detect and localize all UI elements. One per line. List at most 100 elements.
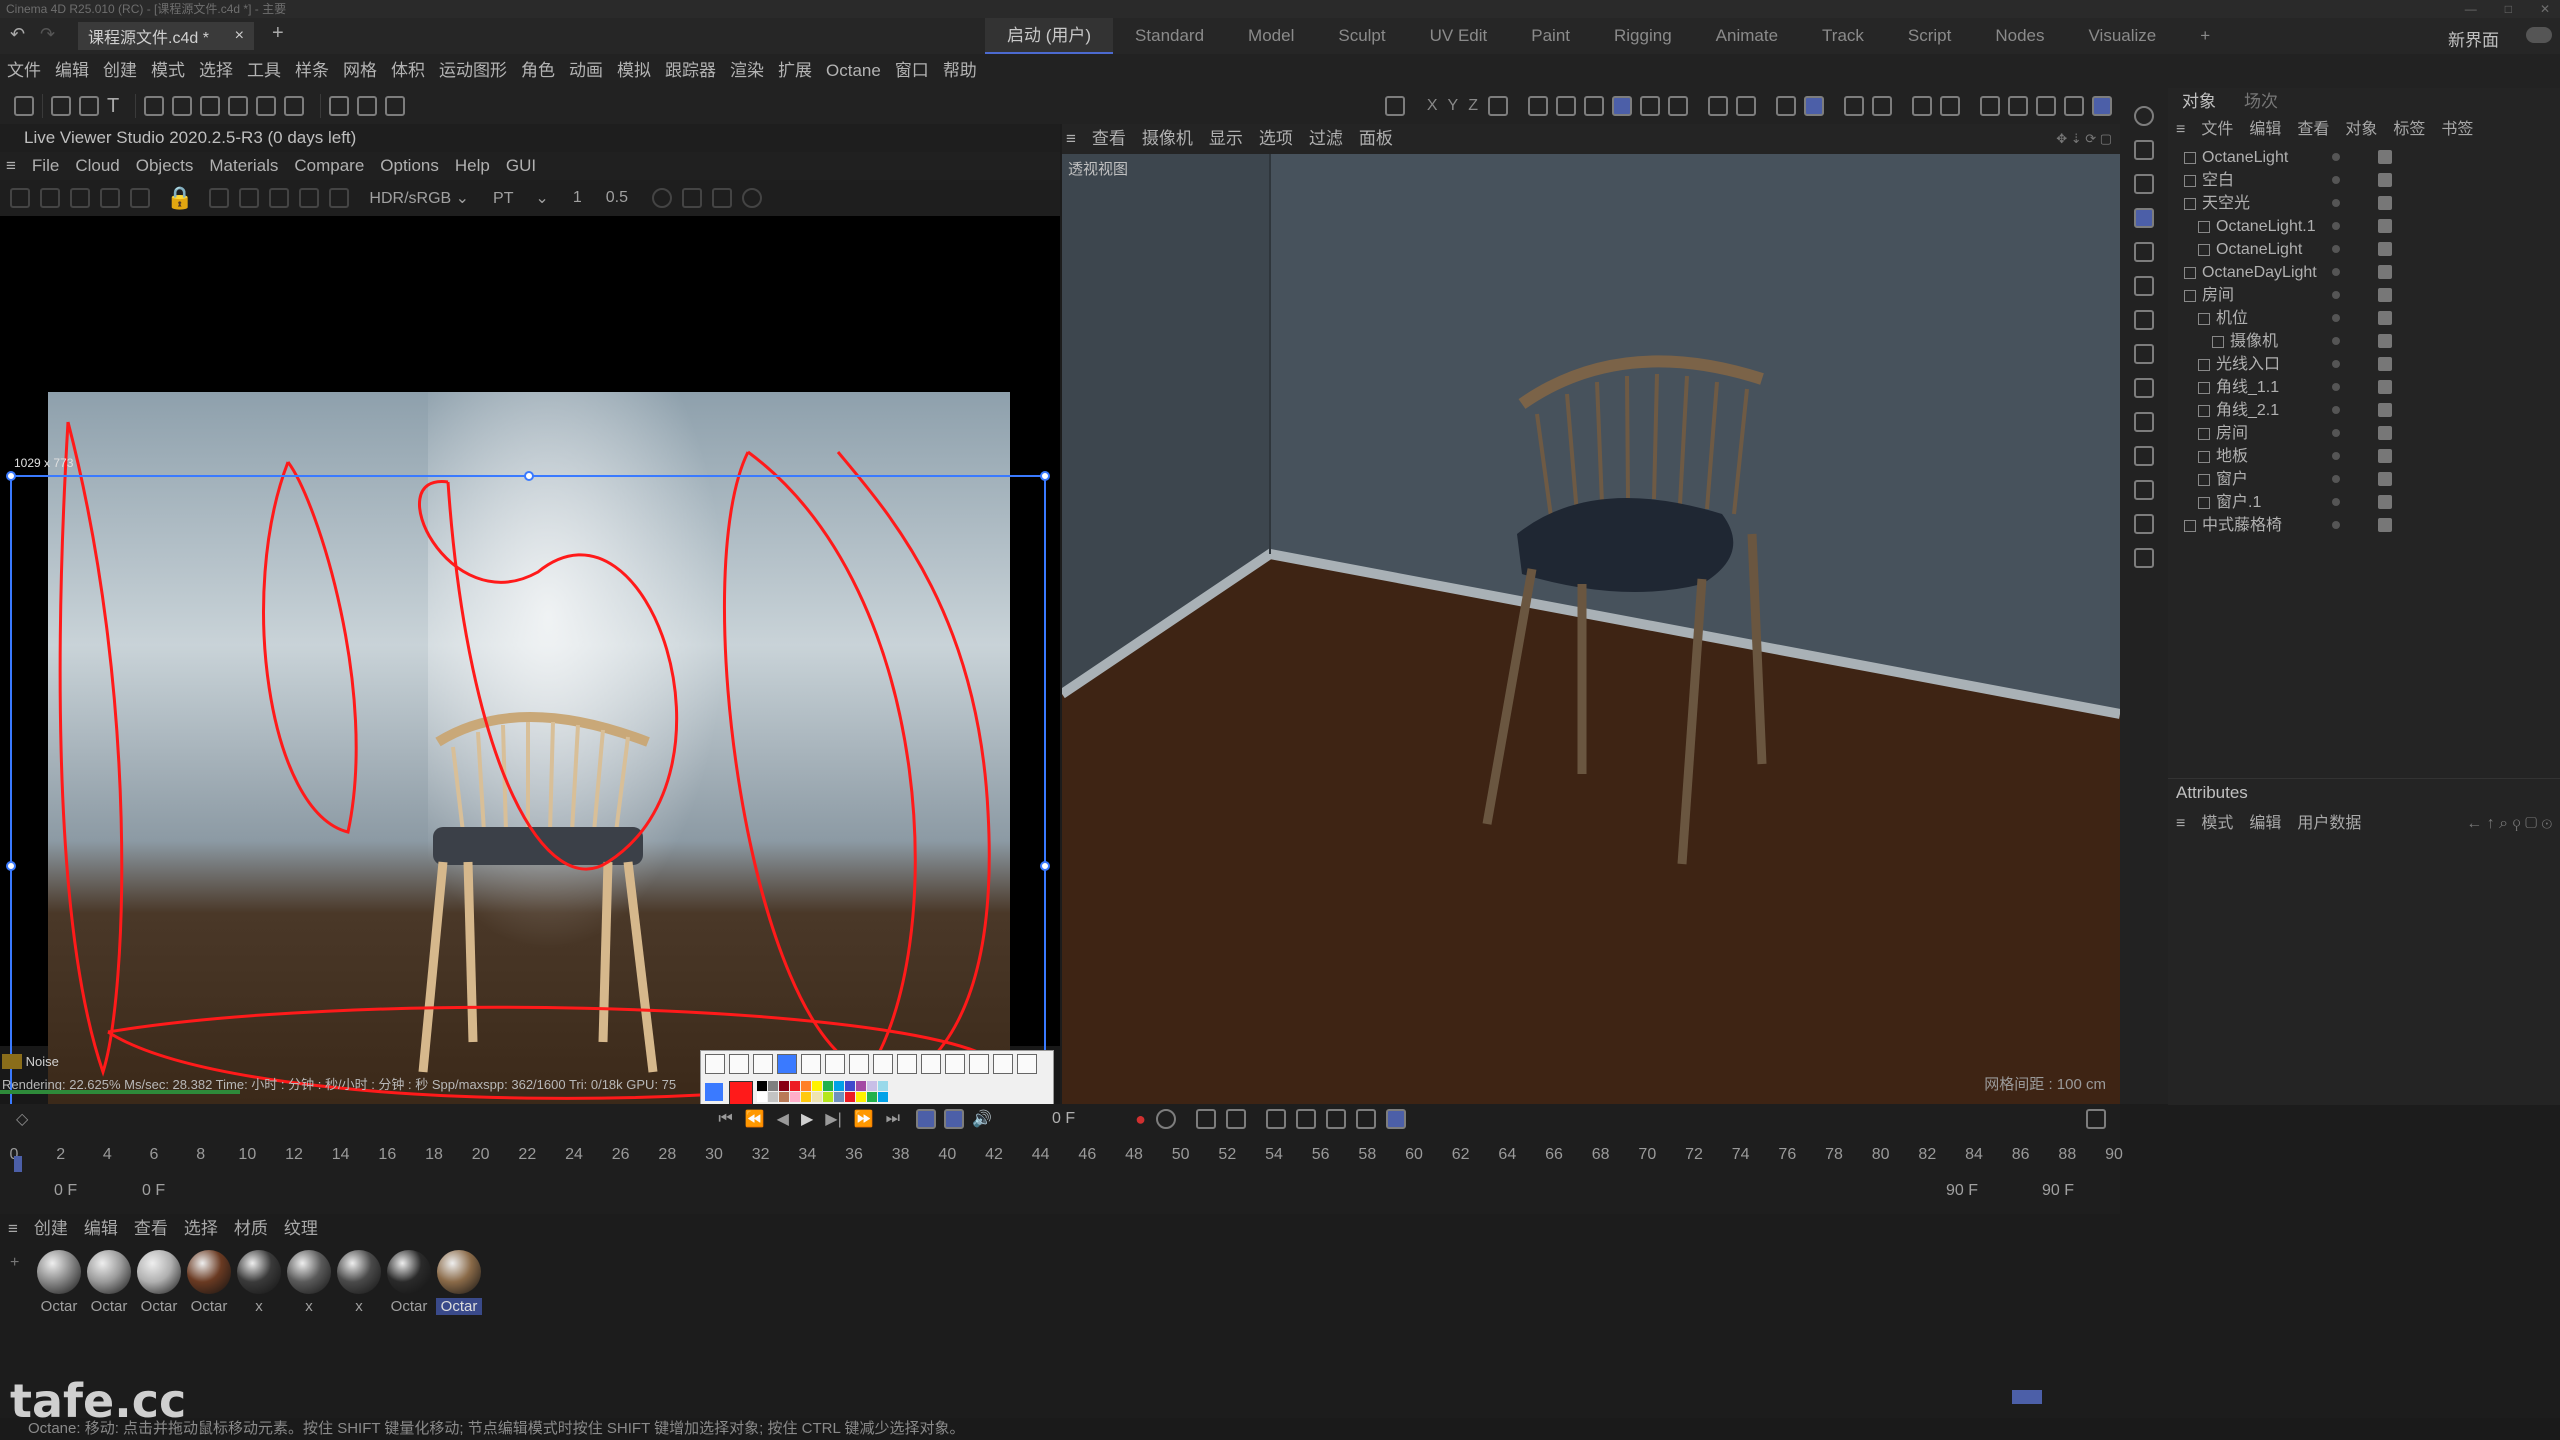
viewport-nav-icons[interactable]: ✥ ⇣ ⟳ ▢ xyxy=(2048,124,2120,154)
viewer-option-2-icon[interactable] xyxy=(682,188,702,208)
undo-icon[interactable]: ↶ xyxy=(10,24,25,45)
save-tool-icon[interactable] xyxy=(993,1054,1013,1074)
octane-icon[interactable] xyxy=(1912,96,1932,116)
color-swatch[interactable] xyxy=(790,1092,800,1102)
color-swatch[interactable] xyxy=(768,1081,778,1091)
mosaic-tool-icon[interactable] xyxy=(825,1054,845,1074)
selection-handle-right[interactable] xyxy=(1040,861,1050,871)
param-key-icon[interactable] xyxy=(1355,1109,1376,1129)
layout-tab-track[interactable]: Track xyxy=(1800,18,1886,54)
maximize-icon[interactable]: □ xyxy=(2505,0,2512,18)
undo-tool-icon[interactable] xyxy=(897,1054,917,1074)
menu-item[interactable]: 文件 xyxy=(0,54,48,88)
object-tree-item[interactable]: 窗户 xyxy=(2168,468,2560,491)
snap-settings-icon[interactable] xyxy=(1804,96,1824,116)
live-viewer-menu-item[interactable]: Compare xyxy=(286,152,372,180)
viewport-menu-item[interactable]: 过滤 xyxy=(1301,124,1351,154)
loop-icon[interactable] xyxy=(916,1109,937,1129)
om-menu-item[interactable]: 查看 xyxy=(2289,116,2337,144)
next-key-icon[interactable]: ⏩ xyxy=(854,1109,874,1129)
send-scene-icon[interactable] xyxy=(10,188,30,208)
prev-frame-icon[interactable]: ◀ xyxy=(777,1109,789,1129)
material-menu-item[interactable]: 查看 xyxy=(126,1214,176,1244)
color-swatch[interactable] xyxy=(779,1092,789,1102)
clay-mode-icon[interactable] xyxy=(329,188,350,208)
magnet-tool-icon[interactable] xyxy=(2134,514,2154,534)
color-space-select[interactable]: HDR/sRGB ⌄ xyxy=(369,188,469,208)
menu-item[interactable]: 角色 xyxy=(514,54,562,88)
value-a-field[interactable]: 1 xyxy=(573,189,582,207)
material-item[interactable]: x xyxy=(336,1250,382,1315)
lasso-tool-icon[interactable] xyxy=(2134,548,2154,568)
film-region-icon[interactable] xyxy=(299,188,320,208)
render-to-picture-icon[interactable] xyxy=(2008,96,2028,116)
menu-item[interactable]: 窗口 xyxy=(888,54,936,88)
position-key-icon[interactable] xyxy=(1225,1109,1246,1129)
attr-nav-icons[interactable]: ← ↑ ⌕ ⚲ ▢ ⊙ xyxy=(2458,811,2560,837)
lock-workplane-icon[interactable] xyxy=(1872,96,1892,116)
coord-system-icon[interactable] xyxy=(1488,96,1508,116)
color-swatch[interactable] xyxy=(801,1092,811,1102)
paint-tool-icon[interactable] xyxy=(2134,446,2154,466)
visibility-dots-icon[interactable] xyxy=(2332,475,2340,483)
tag-icon[interactable] xyxy=(2378,288,2392,302)
color-swatch[interactable] xyxy=(845,1081,855,1091)
material-menu-item[interactable]: 编辑 xyxy=(76,1214,126,1244)
menu-item[interactable]: 样条 xyxy=(288,54,336,88)
material-item[interactable]: x xyxy=(236,1250,282,1315)
color-swatch[interactable] xyxy=(867,1081,877,1091)
tag-icon[interactable] xyxy=(2378,311,2392,325)
interactive-render-icon[interactable] xyxy=(2092,96,2112,116)
layout-tab-startup[interactable]: 启动 (用户) xyxy=(985,18,1114,54)
document-tab[interactable]: 课程源文件.c4d * × xyxy=(78,22,254,50)
object-tree-item[interactable]: 空白 xyxy=(2168,169,2560,192)
highlighter-tool-icon[interactable] xyxy=(801,1054,821,1074)
hamburger-icon[interactable]: ≡ xyxy=(0,152,24,180)
menu-item[interactable]: 渲染 xyxy=(723,54,771,88)
color-swatch[interactable] xyxy=(812,1081,822,1091)
spline-tool-icon[interactable] xyxy=(2134,378,2154,398)
menu-item[interactable]: 编辑 xyxy=(48,54,96,88)
color-swatch[interactable] xyxy=(823,1092,833,1102)
visibility-dots-icon[interactable] xyxy=(2332,222,2340,230)
object-tree-item[interactable]: 窗户.1 xyxy=(2168,491,2560,514)
new-layout-label[interactable]: 新界面 xyxy=(2448,26,2499,51)
model-mode-icon[interactable] xyxy=(14,96,34,116)
layout-tab-nodes[interactable]: Nodes xyxy=(1973,18,2066,54)
eraser-tool-icon[interactable] xyxy=(873,1054,893,1074)
viewport-scene[interactable]: 透视视图 网格间距 : 100 cm xyxy=(1062,154,2120,1104)
color-swatch[interactable] xyxy=(801,1081,811,1091)
menu-item[interactable]: 动画 xyxy=(562,54,610,88)
object-tree-item[interactable]: OctaneLight.1 xyxy=(2168,215,2560,238)
grid-snap-icon[interactable] xyxy=(1776,96,1796,116)
extrude-tool-icon[interactable] xyxy=(2134,310,2154,330)
rotate-key-icon[interactable] xyxy=(1295,1109,1316,1129)
curve-tool-icon[interactable] xyxy=(729,1054,749,1074)
rect-tool-icon[interactable] xyxy=(705,1054,725,1074)
line-tool-icon[interactable] xyxy=(753,1054,773,1074)
scale-tool-icon[interactable] xyxy=(2134,276,2154,296)
color-swatch[interactable] xyxy=(878,1081,888,1091)
viewer-option-3-icon[interactable] xyxy=(742,188,762,208)
menu-item[interactable]: 网格 xyxy=(336,54,384,88)
document-tab-close-icon[interactable]: × xyxy=(235,27,244,45)
menu-item[interactable]: 模式 xyxy=(144,54,192,88)
workplane-icon[interactable] xyxy=(256,96,277,116)
color-swatch[interactable] xyxy=(856,1092,866,1102)
current-color-swatch[interactable] xyxy=(729,1081,753,1105)
color-swatch[interactable] xyxy=(834,1092,844,1102)
range-end-b[interactable]: 90 F xyxy=(2042,1182,2074,1200)
prev-key-icon[interactable]: ⏪ xyxy=(745,1109,765,1129)
material-menu-item[interactable]: 材质 xyxy=(226,1214,276,1244)
material-menu-item[interactable]: 纹理 xyxy=(276,1214,326,1244)
region-render-icon[interactable] xyxy=(269,188,290,208)
object-tree-item[interactable]: 角线_2.1 xyxy=(2168,399,2560,422)
visibility-dots-icon[interactable] xyxy=(2332,291,2340,299)
menu-item[interactable]: 跟踪器 xyxy=(658,54,723,88)
visibility-dots-icon[interactable] xyxy=(2332,521,2340,529)
magnet-icon[interactable] xyxy=(1708,96,1728,116)
material-scrollbar[interactable] xyxy=(2012,1390,2042,1404)
visibility-dots-icon[interactable] xyxy=(2332,176,2340,184)
select-icon[interactable] xyxy=(51,96,71,116)
object-tree-item[interactable]: 房间 xyxy=(2168,284,2560,307)
